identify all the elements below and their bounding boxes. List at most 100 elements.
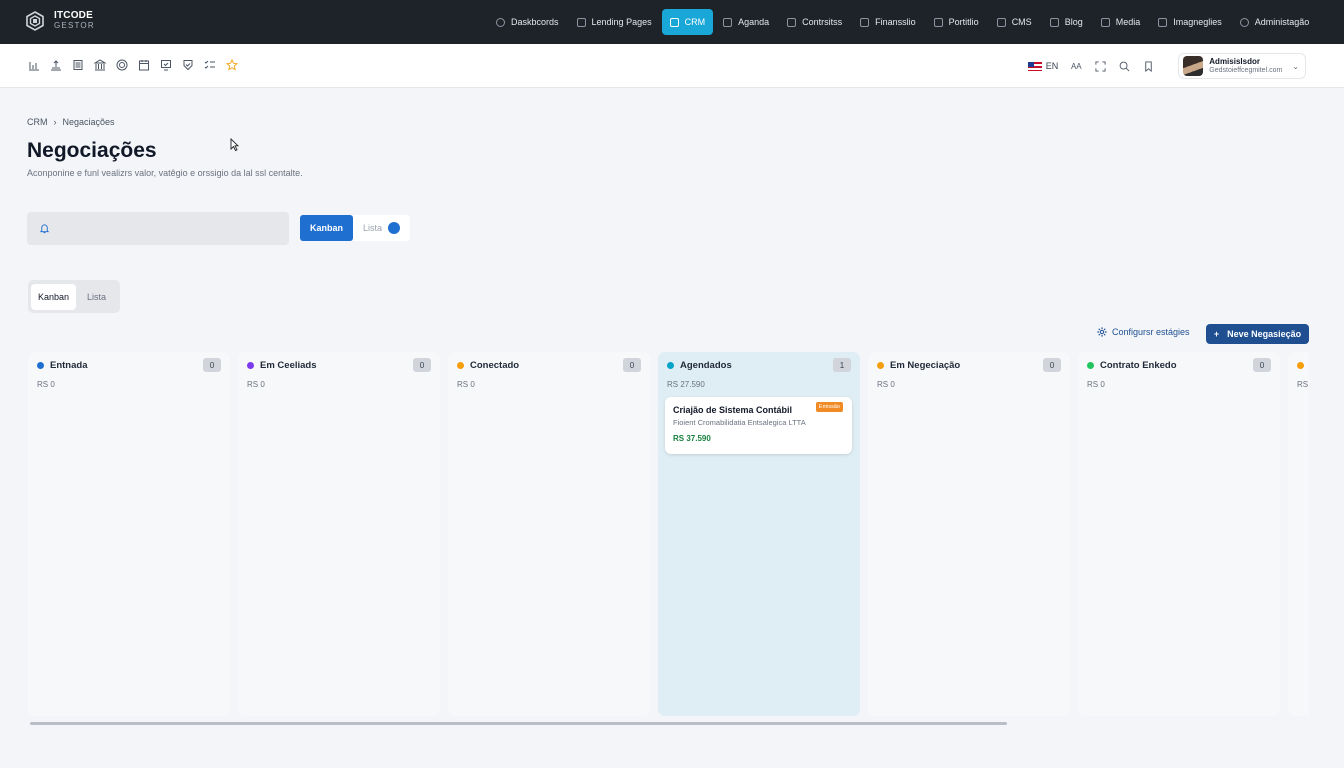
status-dot-icon [877, 361, 884, 369]
breadcrumb: CRM › Negaciações [27, 117, 115, 127]
breadcrumb-separator: › [53, 117, 57, 127]
column-count-badge: 0 [623, 358, 641, 372]
nav-label: Daskbcords [511, 17, 559, 27]
nav-item-crm[interactable]: CRM [661, 9, 714, 35]
deal-company: Fioient Cromabilidatia Entsalegica LTTA [673, 418, 806, 427]
folder-icon [1100, 17, 1110, 27]
column-total: RS 0 [1087, 380, 1105, 389]
logo-icon [26, 11, 44, 31]
us-flag-icon [1027, 61, 1042, 71]
language-switcher[interactable]: EN [1027, 61, 1059, 71]
nav-item-dashboards[interactable]: Daskbcords [488, 9, 567, 35]
status-badge: Emissão [815, 402, 843, 412]
nav-item-contratos[interactable]: Contrsitss [779, 9, 850, 35]
calendar-icon[interactable] [138, 59, 150, 71]
search-input[interactable] [60, 223, 280, 234]
shortcut-toolbar: EN AA Admisislsdor Gedstoieffcegmitel.co… [0, 44, 1344, 88]
column-title: Agendados [680, 359, 732, 371]
page-title: Negociações [27, 139, 157, 162]
nav-item-financeiro[interactable]: Finansslio [852, 9, 924, 35]
user-email: Gedstoieffcegmitel.com [1209, 67, 1283, 74]
horizontal-scrollbar[interactable] [30, 722, 1007, 725]
nav-label: Media [1115, 17, 1141, 27]
document-icon [787, 17, 797, 27]
nav-item-agenda[interactable]: Aganda [715, 9, 777, 35]
tab-lista[interactable]: Lista [80, 284, 113, 310]
kanban-column: Conectado 0 RS 0 [448, 352, 650, 716]
column-total: RS 0 [877, 380, 895, 389]
nav-item-blog[interactable]: Blog [1042, 9, 1091, 35]
kanban-view-button[interactable]: Kanban [300, 215, 354, 241]
column-count-badge: 1 [833, 358, 851, 372]
nav-label: Finansslio [875, 17, 916, 27]
shortcut-icons [28, 59, 238, 71]
chevron-down-icon: ⌄ [1292, 61, 1299, 71]
column-total: RS 0 [247, 380, 265, 389]
gear-icon [1097, 327, 1107, 337]
top-navbar: ITCODE GESTOR Daskbcords Lending Pages C… [0, 0, 1344, 44]
deal-card[interactable]: Criajão de Sistema Contábil Fioient Crom… [665, 397, 852, 454]
fullscreen-icon[interactable] [1094, 60, 1106, 72]
configure-stages-button[interactable]: Configursr estágies [1097, 327, 1190, 337]
nav-item-administracao[interactable]: Administagão [1232, 9, 1318, 35]
settings-icon [1239, 17, 1249, 27]
column-title: Em Negeciação [890, 359, 961, 371]
avatar [1183, 56, 1204, 76]
tasks-icon[interactable] [204, 59, 216, 71]
column-total: RS 0 [457, 380, 475, 389]
kanban-column: Em Ceeliads 0 RS 0 [238, 352, 440, 716]
kanban-column: Contrato Enkedo 0 RS 0 [1078, 352, 1280, 716]
nav-label: Blog [1064, 17, 1083, 27]
plus-icon: + [1213, 329, 1220, 339]
grid-icon [996, 17, 1006, 27]
language-label: EN [1045, 61, 1059, 71]
kanban-column: Agendados 1 RS 27.590 Criajão de Sistema … [658, 352, 860, 716]
new-deal-label: Neve Negasieção [1227, 329, 1302, 339]
nav-item-landing-pages[interactable]: Lending Pages [569, 9, 660, 35]
plug-icon [1158, 17, 1168, 27]
font-size-icon[interactable]: AA [1070, 60, 1082, 72]
chart-icon[interactable] [28, 59, 40, 71]
column-total: RS 0 [37, 380, 55, 389]
check-card-icon[interactable] [160, 59, 172, 71]
nav-item-portfolio[interactable]: Portitlio [926, 9, 987, 35]
megaphone-icon [576, 17, 586, 27]
list-icon[interactable] [72, 59, 84, 71]
nav-label: Portitlio [948, 17, 979, 27]
nav-label: Contrsitss [802, 17, 843, 27]
brand-tagline: GESTOR [54, 21, 95, 30]
nav-item-media[interactable]: Media [1093, 9, 1149, 35]
tab-kanban[interactable]: Kanban [31, 283, 77, 310]
list-view-button[interactable]: Lista [353, 215, 411, 241]
kanban-column: Entnada 0 RS 0 [28, 352, 230, 716]
toolbar-right: EN AA Admisislsdor Gedstoieffcegmitel.co… [1027, 53, 1306, 79]
breadcrumb-root[interactable]: CRM [27, 117, 48, 127]
mouse-cursor-icon [230, 138, 240, 152]
star-icon[interactable] [226, 59, 238, 71]
status-dot-icon [37, 361, 44, 369]
nav-item-integracoes[interactable]: Imagneglies [1150, 9, 1230, 35]
status-dot-icon [457, 361, 464, 369]
deal-value: RS 37.590 [673, 434, 711, 443]
bank-icon[interactable] [94, 59, 106, 71]
status-dot-icon [1297, 361, 1304, 369]
new-deal-button[interactable]: + Neve Negasieção [1206, 324, 1309, 344]
column-total: RS [1297, 380, 1309, 389]
upload-icon[interactable] [50, 59, 62, 71]
target-icon[interactable] [116, 59, 128, 71]
configure-stages-label: Configursr estágies [1112, 327, 1190, 337]
breadcrumb-current: Negaciações [62, 117, 115, 127]
column-count-badge: 0 [413, 358, 431, 372]
brand-logo[interactable]: ITCODE GESTOR [24, 10, 95, 32]
page-subtitle: Aconponine e funl vealizrs valor, vatêgi… [27, 168, 303, 178]
shield-check-icon[interactable] [182, 59, 194, 71]
view-tabs: Kanban Lista [28, 280, 120, 313]
bookmark-icon[interactable] [1142, 60, 1154, 72]
nav-label: CMS [1011, 17, 1032, 27]
nav-item-cms[interactable]: CMS [989, 9, 1040, 35]
search-icon[interactable] [1118, 60, 1130, 72]
user-menu[interactable]: Admisislsdor Gedstoieffcegmitel.com ⌄ [1178, 53, 1306, 79]
search-bar [27, 212, 289, 245]
bell-icon [39, 224, 50, 234]
column-title: Entnada [50, 359, 88, 371]
